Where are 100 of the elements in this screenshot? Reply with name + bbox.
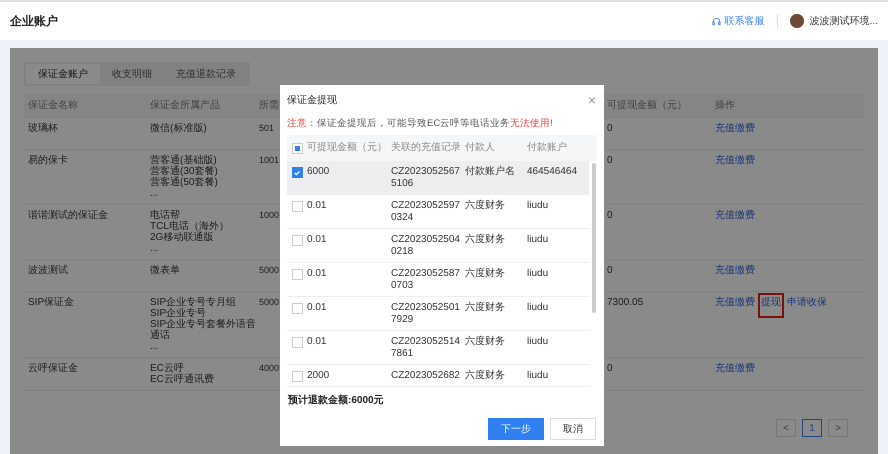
check-icon [293,168,301,176]
tab[interactable]: 保证金账户 [26,64,100,84]
table-cell-text: 付款账户名 [465,166,516,179]
tab[interactable]: 收支明细 [100,64,164,84]
checkbox[interactable] [292,167,302,178]
table-cell-text: 波波测试 [28,265,68,278]
product-name: ... [150,188,160,199]
warning-notice: 注意：保证金提现后，可能导致EC云呼等电话业务无法使用! [287,117,554,130]
product-name: ... [150,341,160,352]
product-name: 营客通(50套餐) [150,177,218,188]
column-header: 关联的充值记录 [391,142,462,154]
record-number: CZ2023052682 [391,370,461,382]
product-name: EC云呼 [150,363,184,374]
checkbox[interactable] [292,303,302,314]
previous-page-button[interactable]: < [776,419,796,437]
product-name: ... [150,243,160,254]
column-header: 所需 [259,100,279,111]
table-cell-text: 六度财务 [465,200,506,213]
action-link[interactable]: 申请收保 [784,293,830,318]
contact-support-link[interactable]: 联系客服 [724,14,765,28]
record-number: 0218 [391,246,414,258]
table-cell-text: 六度财务 [465,336,506,349]
avatar[interactable] [790,14,804,28]
record-number: CZ2023052597 [391,200,461,212]
action-link[interactable]: 充值缴费 [712,293,758,318]
table-cell-text: 0.01 [307,268,328,281]
refund-total: 预计退款金额:6000元 [288,393,385,407]
table-cell-text: liudu [527,336,550,349]
page-button[interactable]: 1 [802,419,822,437]
record-number: CZ2023052567 [391,166,461,178]
checkbox[interactable] [292,337,302,348]
table-cell-text: 0 [607,363,613,376]
table-cell-text: 六度财务 [465,370,506,382]
product-name: EC云呼通讯费 [150,374,214,385]
headset-icon [712,16,721,26]
table-cell-text: 0.01 [307,200,328,213]
scrollbar[interactable] [592,163,596,313]
product-name: 微信(标准版) [150,123,207,134]
record-number: 0324 [391,212,414,224]
select-all-checkbox[interactable] [292,143,302,154]
dialog-title: 保证金提现 [287,94,337,107]
product-name: 微表单 [150,265,180,276]
table-cell-text: liudu [527,234,550,247]
table-cell-text: 六度财务 [465,302,506,315]
next-step-button[interactable]: 下一步 [488,418,544,440]
table-cell-text: 2000 [307,370,330,382]
checkbox[interactable] [292,201,302,212]
action-link[interactable]: 充值缴费 [712,119,758,144]
record-number: CZ2023052587 [391,268,461,280]
record-number: CZ2023052514 [391,336,461,348]
checkbox[interactable] [292,235,302,246]
table-cell-text: SIP保证金 [28,297,74,310]
product-name: SIP企业专号 [150,308,208,319]
table-cell-text: 易的保卡 [28,155,68,168]
table-cell-text: 5000 [259,265,280,277]
column-header: 可提现金额（元） [607,100,687,111]
product-name: TCL电话（海外） [150,221,229,232]
close-button[interactable]: × [588,93,596,107]
record-number: 5106 [391,178,414,190]
action-link[interactable]: 充值缴费 [712,206,758,231]
product-name: SIP企业专号套餐外语音通话 [150,319,258,341]
action-link[interactable]: 提现 [758,293,784,318]
table-cell-text: liudu [527,302,550,315]
table-cell-text: 1000 [259,210,280,222]
table-cell-text: 0 [607,265,613,278]
table-cell-text: 0 [607,155,613,168]
table-cell-text: 4000 [259,363,280,375]
column-header: 操作 [715,100,735,111]
column-header: 保证金名称 [28,100,78,111]
table-cell-text: 464546464 [527,166,578,179]
table-cell-text: liudu [527,200,550,213]
action-link[interactable]: 充值缴费 [712,151,758,176]
cancel-button[interactable]: 取消 [550,418,596,440]
table-cell-text: 5000 [259,297,280,309]
table-cell-text: 501 [259,123,274,135]
product-name: 营客通(30套餐) [150,166,218,177]
checkbox[interactable] [292,269,302,280]
action-link[interactable]: 充值缴费 [712,261,758,286]
table-cell-text: 0 [607,123,613,136]
checkbox[interactable] [292,371,302,382]
table-cell-text: 0.01 [307,336,328,349]
table-cell-text: 六度财务 [465,268,506,281]
next-page-button[interactable]: > [828,419,848,437]
table-cell-text: 0.01 [307,234,328,247]
column-header: 付款账户 [527,142,568,154]
record-number: 0703 [391,280,414,292]
table-cell-text: 云呼保证金 [28,363,78,376]
column-header: 付款人 [465,142,496,154]
tab[interactable]: 充值退款记录 [164,64,248,84]
table-cell-text: 0.01 [307,302,328,315]
user-name[interactable]: 波波测试环境... [810,14,878,28]
record-number: CZ2023052501 [391,302,461,314]
record-number: CZ2023052504 [391,234,461,246]
table-cell-text: 六度财务 [465,234,506,247]
table-cell-text: 7300.05 [607,297,644,310]
page-title: 企业账户 [10,12,58,30]
table-cell-text: liudu [527,268,550,281]
action-link[interactable]: 充值缴费 [712,359,758,384]
column-header: 保证金所属产品 [150,100,220,111]
table-cell-text: 6000 [307,166,330,179]
